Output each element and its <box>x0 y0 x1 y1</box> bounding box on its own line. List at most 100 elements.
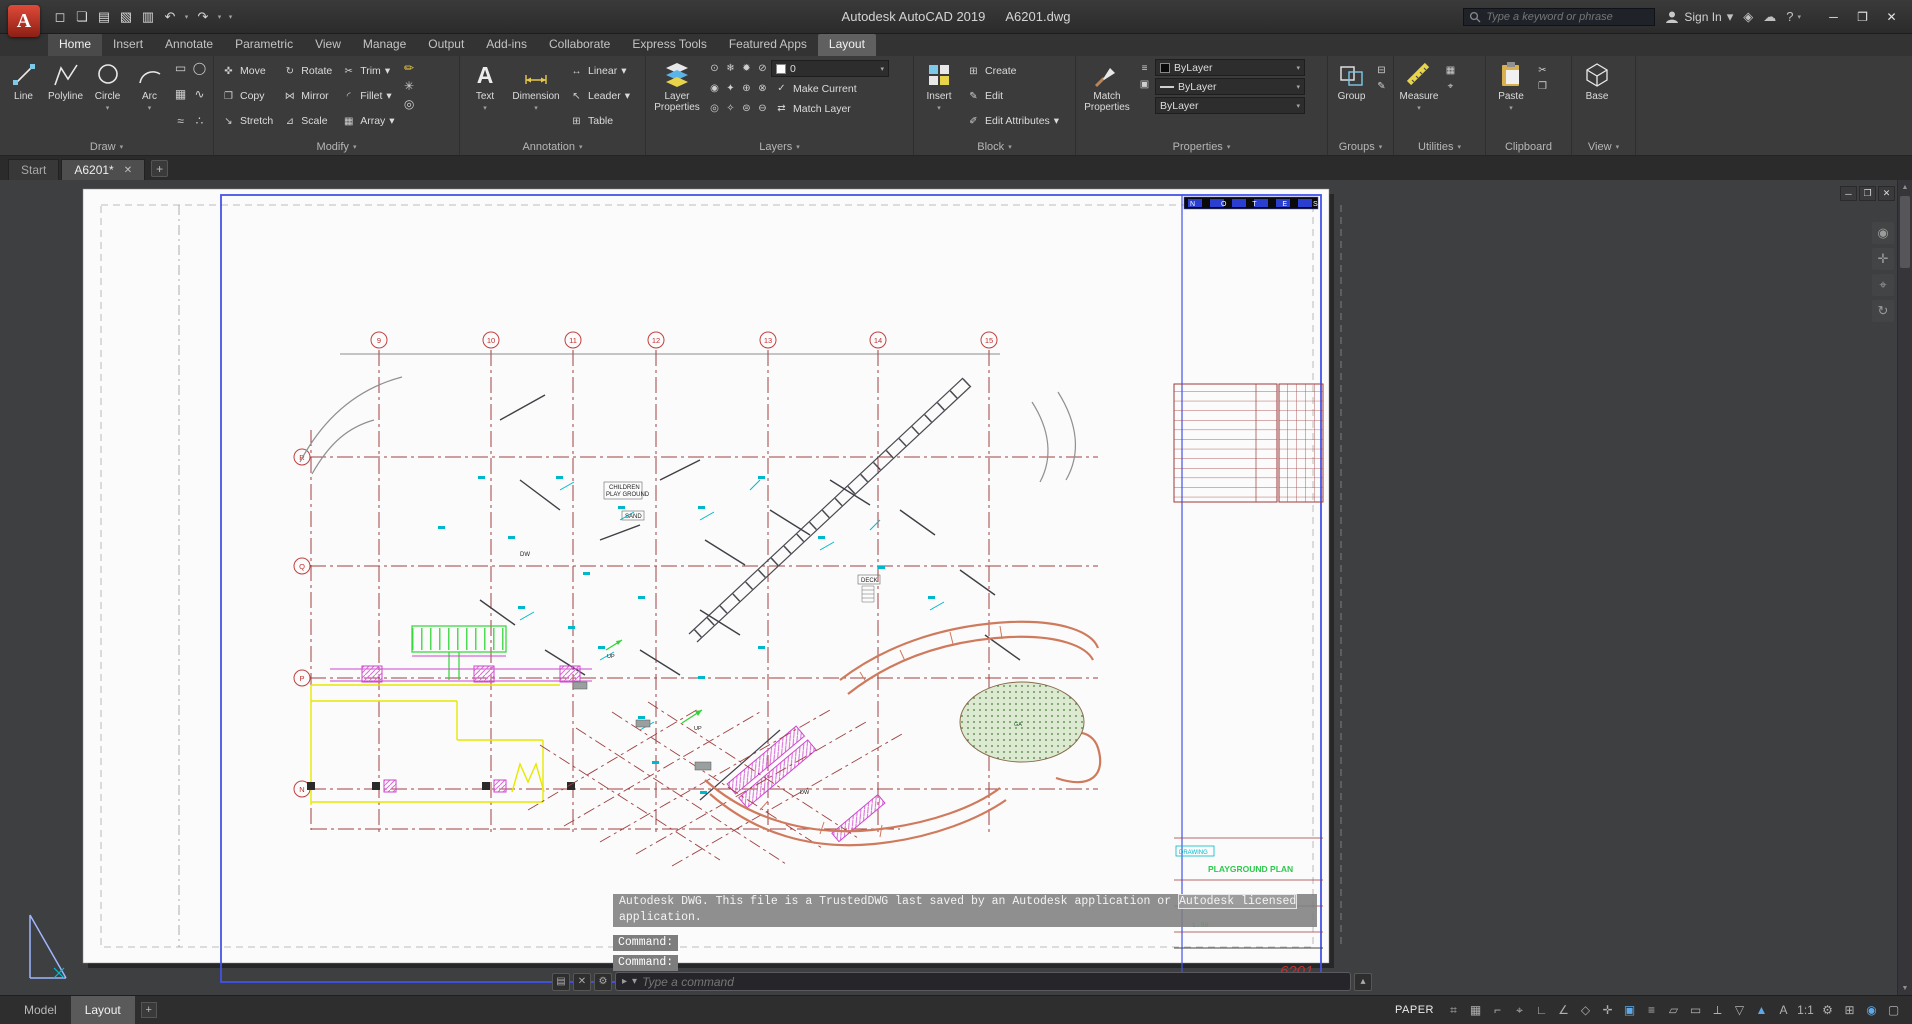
command-history-toggle-icon[interactable]: ▴ <box>1354 972 1372 991</box>
rotate-button[interactable]: ↻ Rotate <box>279 59 335 83</box>
group-edit-icon[interactable]: ✎ <box>1374 79 1389 94</box>
dimension-button[interactable]: Dimension ▾ <box>509 59 563 138</box>
status-toggle-dynamic-input[interactable]: ⌖ <box>1509 1000 1530 1020</box>
draw-panel-footer[interactable]: Draw ▾ <box>0 138 213 155</box>
command-input[interactable] <box>642 974 1344 989</box>
status-toggle-annotation-scale[interactable]: 1:1 <box>1795 1000 1816 1020</box>
points-tool-icon[interactable]: ∴ <box>191 112 208 129</box>
layers-panel-footer[interactable]: Layers ▾ <box>646 138 913 155</box>
status-toggle-lineweight[interactable]: ≡ <box>1641 1000 1662 1020</box>
array-button[interactable]: ▦ Array ▾ <box>338 109 397 133</box>
block-panel-footer[interactable]: Block ▾ <box>914 138 1075 155</box>
status-toggle-autoscale[interactable]: A <box>1773 1000 1794 1020</box>
properties-list-icon[interactable]: ≡ <box>1137 61 1152 76</box>
properties-palette-icon[interactable]: ▣ <box>1137 77 1152 92</box>
erase-icon[interactable]: ✏ <box>401 59 418 76</box>
qat-button-undo[interactable]: ↶ <box>160 7 180 27</box>
rectangle-tool-icon[interactable]: ▭ <box>172 59 189 76</box>
ungroup-icon[interactable]: ⊟ <box>1374 63 1389 78</box>
group-button[interactable]: Group <box>1332 59 1371 138</box>
utilities-panel-footer[interactable]: Utilities ▾ <box>1394 138 1485 155</box>
status-toggle-quick-properties[interactable]: ⊞ <box>1839 1000 1860 1020</box>
id-point-icon[interactable]: ⌖ <box>1443 79 1458 94</box>
line-button[interactable]: Line <box>4 59 43 138</box>
lineweight-dropdown[interactable]: ByLayer ▾ <box>1155 78 1305 95</box>
file-tab-start[interactable]: Start <box>8 159 60 180</box>
status-toggle-selection-filtering[interactable]: ▽ <box>1729 1000 1750 1020</box>
sign-in-button[interactable]: Sign In ▾ <box>1665 9 1733 25</box>
qat-button-redo-menu[interactable]: ▾ <box>215 7 224 27</box>
minimize-button[interactable]: ─ <box>1819 5 1848 29</box>
create-block-button[interactable]: ⊞ Create <box>963 59 1062 83</box>
layer-isolate-icon[interactable]: ✹ <box>739 61 754 76</box>
new-tab-button[interactable]: + <box>151 160 169 177</box>
application-menu-button[interactable]: A <box>8 5 40 37</box>
ribbon-tab-output[interactable]: Output <box>417 34 475 56</box>
ribbon-tab-view[interactable]: View <box>304 34 352 56</box>
paste-button[interactable]: Paste ▾ <box>1490 59 1532 138</box>
status-toggle-graphics-performance[interactable]: ◉ <box>1861 1000 1882 1020</box>
edit-attributes-button[interactable]: ✐ Edit Attributes ▾ <box>963 109 1062 133</box>
help-icon[interactable]: ? ▾ <box>1786 9 1801 24</box>
layer-off-icon[interactable]: ⊙ <box>707 61 722 76</box>
ribbon-tab-add-ins[interactable]: Add-ins <box>475 34 538 56</box>
layer-delete-icon[interactable]: ⊖ <box>755 101 770 116</box>
layer-properties-button[interactable]: Layer Properties <box>650 59 704 138</box>
ribbon-tab-parametric[interactable]: Parametric <box>224 34 304 56</box>
layer-state-icon[interactable]: ✧ <box>723 101 738 116</box>
status-toggle-isometric-drafting[interactable]: ◇ <box>1575 1000 1596 1020</box>
properties-panel-footer[interactable]: Properties ▾ <box>1076 138 1327 155</box>
explode-icon[interactable]: ✳ <box>401 77 418 94</box>
status-toggle-dynamic-ucs[interactable]: ⟂ <box>1707 1000 1728 1020</box>
base-button[interactable]: Base <box>1576 59 1618 138</box>
command-dropdown-icon[interactable]: ▾ <box>632 976 637 987</box>
status-toggle-transparency[interactable]: ▱ <box>1663 1000 1684 1020</box>
close-button[interactable]: ✕ <box>1877 5 1906 29</box>
qat-button-save-as[interactable]: ▧ <box>116 7 136 27</box>
status-toggle-snap-mode[interactable]: ▦ <box>1465 1000 1486 1020</box>
view-panel-footer[interactable]: View ▾ <box>1572 138 1635 155</box>
command-close-icon[interactable]: ✕ <box>573 972 591 991</box>
layer-on-icon[interactable]: ◉ <box>707 81 722 96</box>
qat-button-new[interactable]: ◻ <box>50 7 70 27</box>
ribbon-tab-annotate[interactable]: Annotate <box>154 34 224 56</box>
vertical-scrollbar[interactable]: ▲ ▼ <box>1897 180 1912 995</box>
copy-clip-icon[interactable]: ❐ <box>1535 79 1550 94</box>
move-button[interactable]: ✜ Move <box>218 59 276 83</box>
command-tools-icon[interactable]: ⚙ <box>594 972 612 991</box>
groups-panel-footer[interactable]: Groups ▾ <box>1328 138 1393 155</box>
linear-button[interactable]: ↔ Linear ▾ <box>566 59 633 83</box>
quick-calc-icon[interactable]: ▦ <box>1443 63 1458 78</box>
model-tab[interactable]: Model <box>10 996 71 1024</box>
copy-button[interactable]: ❐ Copy <box>218 84 276 108</box>
cut-icon[interactable]: ✂ <box>1535 63 1550 78</box>
offset-icon[interactable]: ◎ <box>401 95 418 112</box>
trim-button[interactable]: ✂ Trim ▾ <box>338 59 397 83</box>
hatch-tool-icon[interactable]: ▦ <box>172 86 189 103</box>
status-toggle-infer-constraints[interactable]: ⌐ <box>1487 1000 1508 1020</box>
layer-merge-icon[interactable]: ⊜ <box>739 101 754 116</box>
scroll-up-icon[interactable]: ▲ <box>1898 180 1912 194</box>
zoom-icon[interactable]: ⌖ <box>1872 274 1894 296</box>
layer-freeze-icon[interactable]: ❄ <box>723 61 738 76</box>
status-toggle-annotation-visibility[interactable]: ▲ <box>1751 1000 1772 1020</box>
app-store-icon[interactable]: ◈ <box>1743 9 1753 25</box>
command-customize-icon[interactable]: ▤ <box>552 972 570 991</box>
ribbon-tab-featured-apps[interactable]: Featured Apps <box>718 34 818 56</box>
command-input-field[interactable]: ▸ ▾ <box>615 972 1351 991</box>
object-color-dropdown[interactable]: ByLayer ▾ <box>1155 59 1305 76</box>
a360-cloud-icon[interactable]: ☁ <box>1763 9 1776 25</box>
status-toggle-selection-cycling[interactable]: ▭ <box>1685 1000 1706 1020</box>
search-input[interactable] <box>1486 10 1650 23</box>
arc-button[interactable]: Arc ▾ <box>130 59 169 138</box>
qat-button-plot[interactable]: ▥ <box>138 7 158 27</box>
ribbon-tab-layout[interactable]: Layout <box>817 34 876 56</box>
fillet-button[interactable]: ◜ Fillet ▾ <box>338 84 397 108</box>
status-toggle-object-snap-tracking[interactable]: ✛ <box>1597 1000 1618 1020</box>
layer-thaw-icon[interactable]: ⊕ <box>739 81 754 96</box>
mirror-button[interactable]: ⋈ Mirror <box>279 84 335 108</box>
status-toggle-clean-screen[interactable]: ▢ <box>1883 1000 1904 1020</box>
layer-select-dropdown[interactable]: 0 ▾ <box>771 60 889 77</box>
qat-button-qat-menu[interactable]: ▾ <box>226 7 235 27</box>
text-button[interactable]: A Text ▾ <box>464 59 506 138</box>
